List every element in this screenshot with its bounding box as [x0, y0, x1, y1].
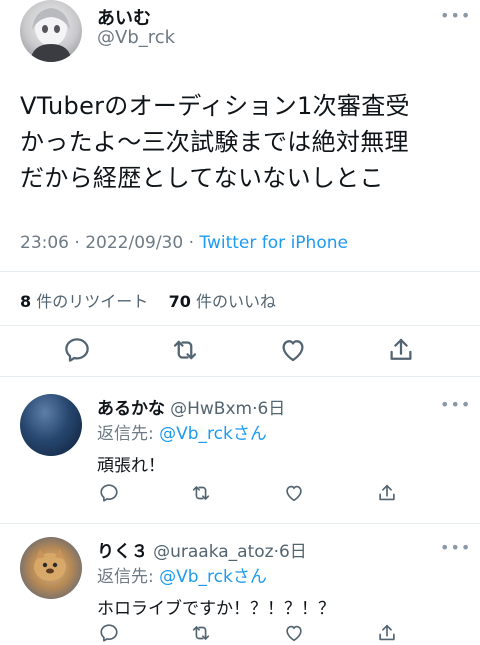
reply-display-name[interactable]: りく３	[97, 542, 148, 562]
like-icon[interactable]	[278, 335, 308, 365]
reply-avatar[interactable]	[20, 537, 82, 599]
share-icon[interactable]	[376, 482, 398, 504]
reply-to: 返信先: @Vb_rckさん	[97, 419, 267, 444]
retweet-icon[interactable]	[190, 482, 212, 504]
like-icon[interactable]	[283, 482, 305, 504]
retweet-icon[interactable]	[190, 622, 212, 644]
retweet-icon[interactable]	[170, 335, 200, 365]
tweet-timestamp: 23:06 · 2022/09/30 ·	[20, 233, 200, 253]
reply-to-suffix: さん	[232, 567, 267, 587]
tweet-meta: 23:06 · 2022/09/30 · Twitter for iPhone	[20, 233, 348, 253]
share-icon[interactable]	[376, 622, 398, 644]
reply-to-label: 返信先:	[97, 424, 160, 444]
reply-icon[interactable]	[98, 622, 120, 644]
author-handle[interactable]: @Vb_rck	[97, 27, 175, 48]
reply-to-suffix: さん	[232, 424, 267, 444]
divider	[0, 376, 480, 377]
tweet-stats: 8 件のリツイート 70 件のいいね	[20, 288, 276, 312]
like-count[interactable]: 70	[169, 292, 191, 311]
reply-text: ホロライブですか！？！？！？	[97, 599, 335, 619]
reply-to-label: 返信先:	[97, 567, 160, 587]
like-label[interactable]: 件のいいね	[196, 292, 276, 311]
reply-to: 返信先: @Vb_rckさん	[97, 562, 267, 587]
share-icon[interactable]	[386, 335, 416, 365]
reply-avatar[interactable]	[20, 394, 82, 456]
divider	[0, 271, 480, 272]
reply-icon[interactable]	[98, 482, 120, 504]
tweet-line: VTuberのオーディション1次審査受	[20, 92, 410, 120]
divider	[0, 325, 480, 326]
like-icon[interactable]	[283, 622, 305, 644]
reply-time: 6日	[278, 542, 307, 562]
reply-icon[interactable]	[62, 335, 92, 365]
more-icon[interactable]: •••	[440, 395, 471, 414]
author-avatar[interactable]	[20, 0, 82, 62]
more-icon[interactable]: •••	[440, 6, 471, 25]
retweet-label[interactable]: 件のリツイート	[36, 292, 148, 311]
reply-handle[interactable]: @uraaka_atoz	[153, 542, 273, 562]
reply-text: 頑張れ！	[97, 456, 165, 476]
tweet-text: VTuberのオーディション1次審査受 かったよ〜三次試験までは絶対無理 だから…	[20, 88, 470, 196]
reply-to-handle[interactable]: @Vb_rck	[159, 424, 233, 444]
reply-time: 6日	[257, 399, 286, 419]
reply-to-handle[interactable]: @Vb_rck	[159, 567, 233, 587]
more-icon[interactable]: •••	[440, 538, 471, 557]
reply-display-name[interactable]: あるかな	[97, 399, 165, 419]
divider	[0, 523, 480, 524]
tweet-line: かったよ〜三次試験までは絶対無理	[20, 128, 409, 156]
reply-header: あるかな @HwBxm·6日	[97, 394, 285, 419]
tweet-line: だから経歴としてないないしとこ	[20, 164, 384, 192]
tweet-source-link[interactable]: Twitter for iPhone	[199, 233, 348, 253]
reply-header: りく３ @uraaka_atoz·6日	[97, 537, 307, 562]
retweet-count[interactable]: 8	[20, 292, 31, 311]
reply-handle[interactable]: @HwBxm	[170, 399, 252, 419]
